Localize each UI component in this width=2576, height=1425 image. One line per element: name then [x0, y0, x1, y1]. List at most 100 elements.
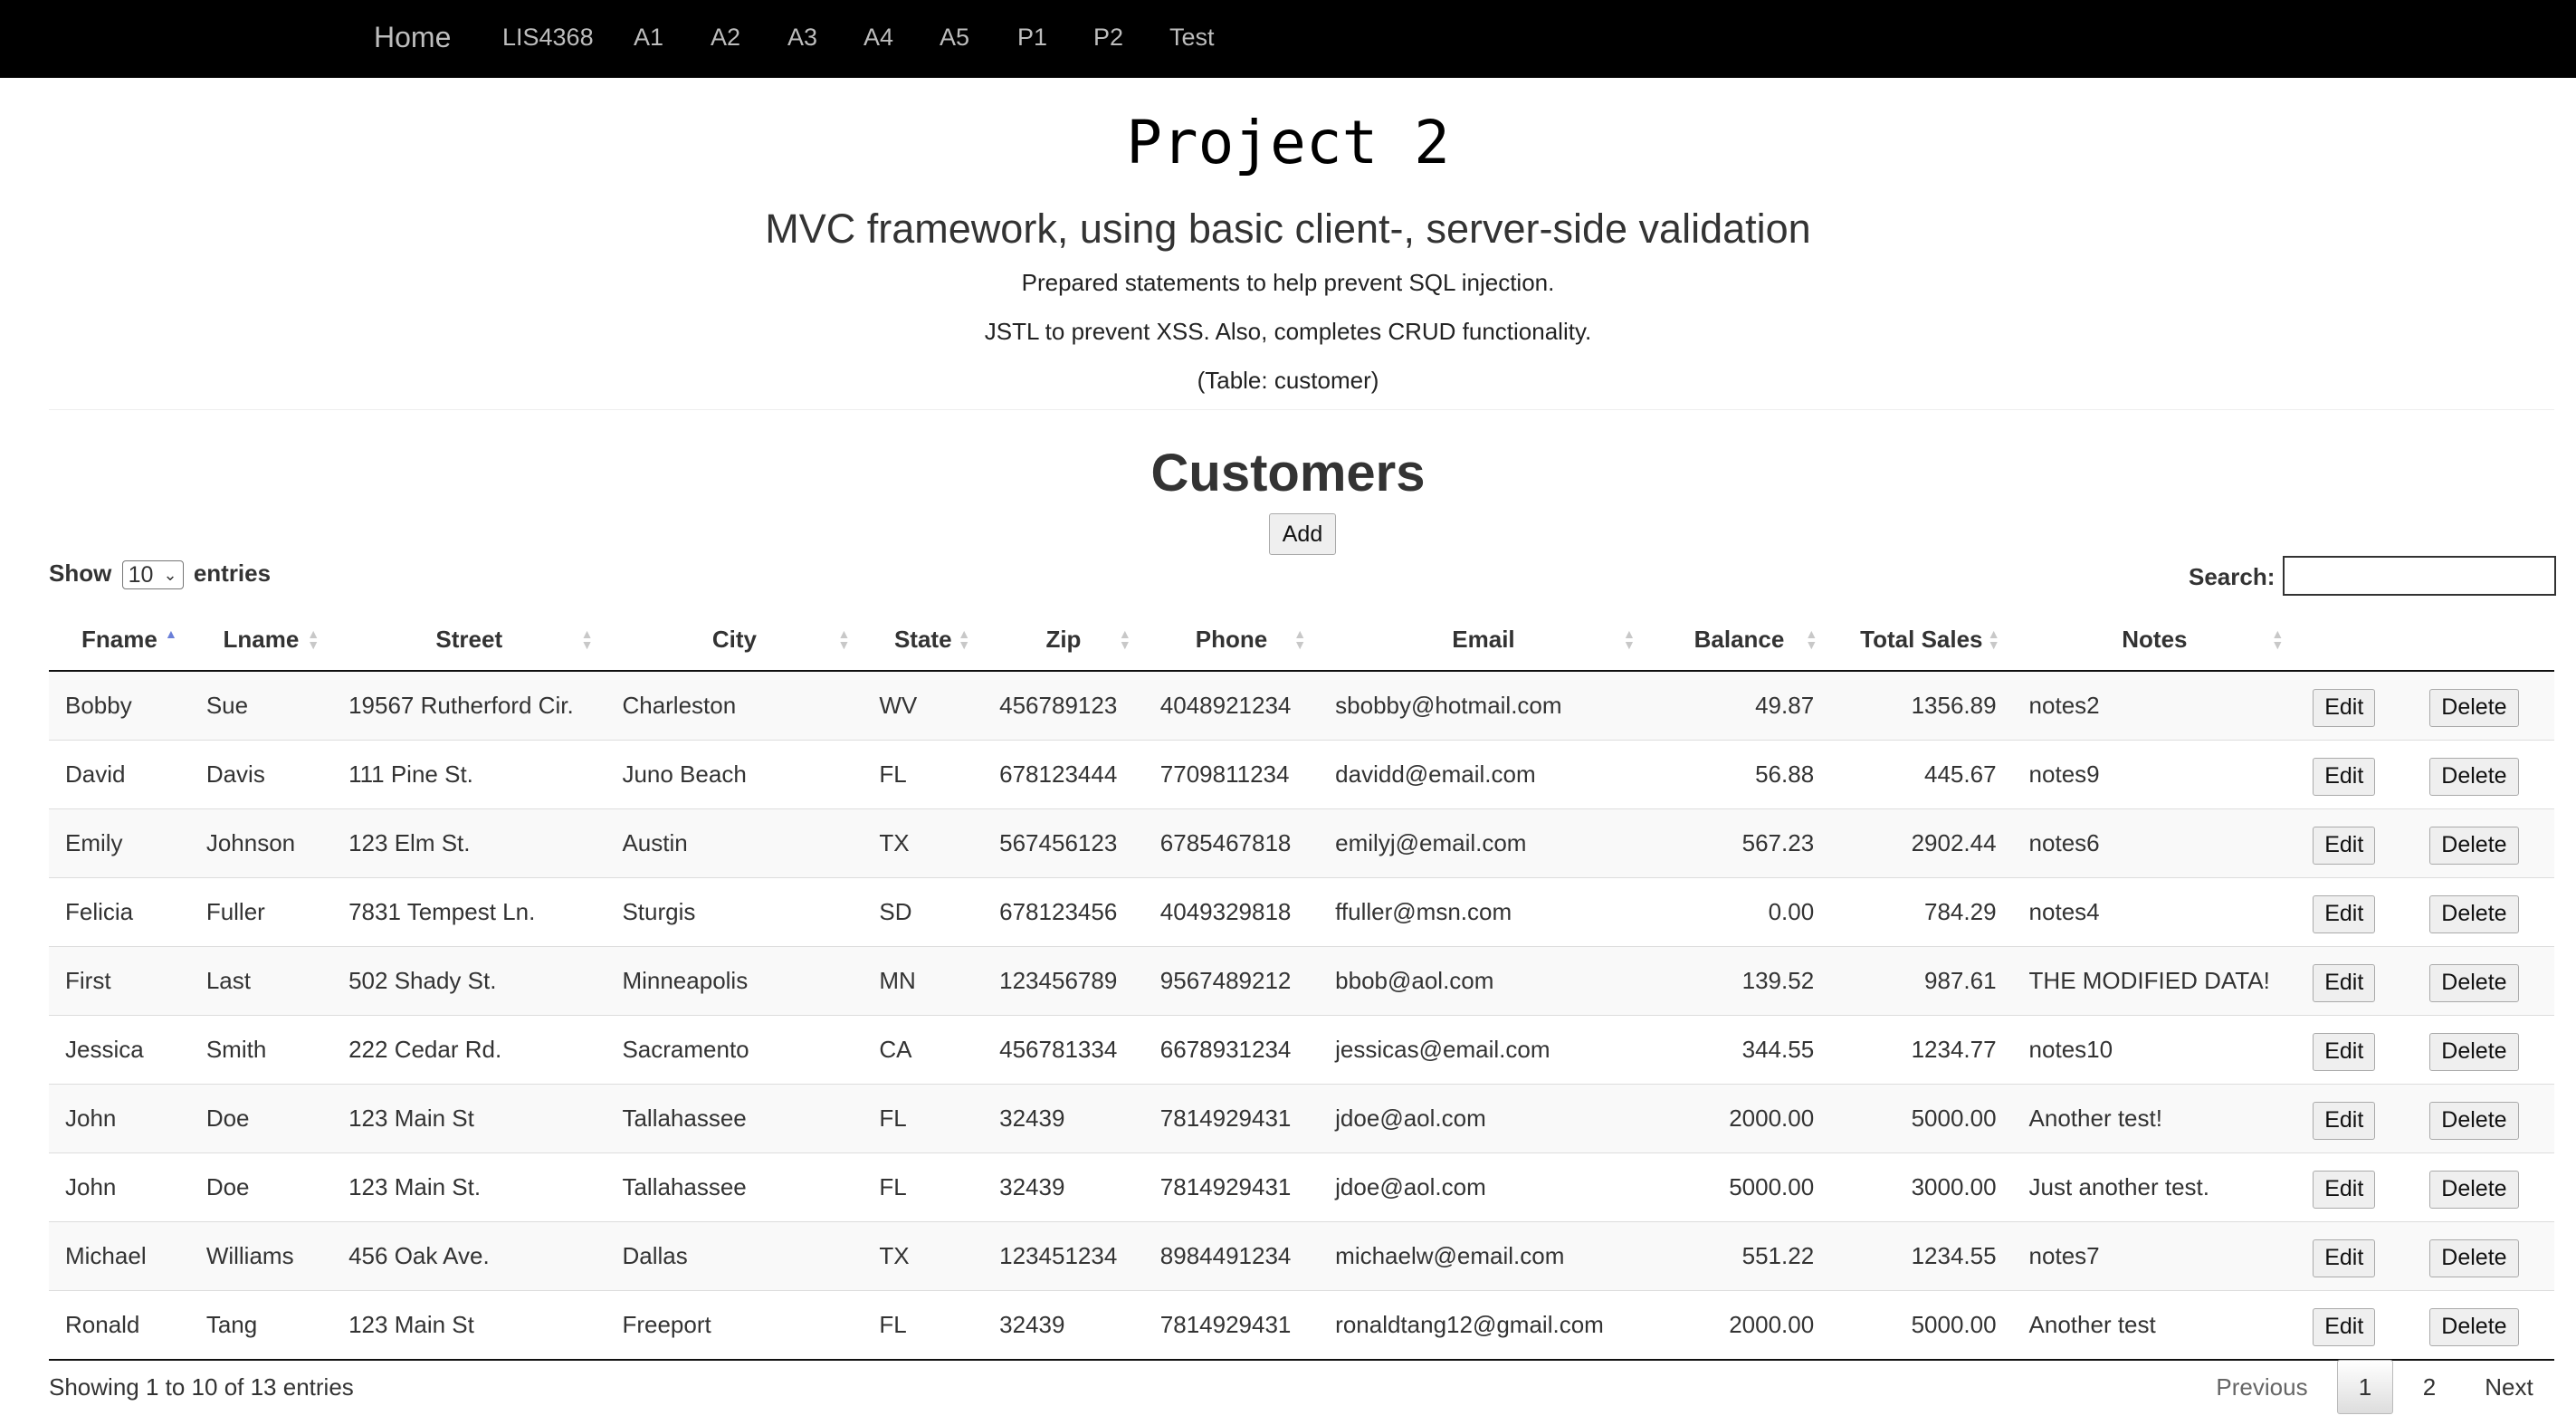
column-label: Phone — [1195, 625, 1268, 653]
edit-button[interactable]: Edit — [2313, 688, 2376, 727]
delete-button[interactable]: Delete — [2429, 1307, 2519, 1346]
cell-lname: Williams — [189, 1221, 333, 1291]
cell-fname: First — [49, 946, 190, 1016]
cell-zip: 123456789 — [983, 946, 1144, 1016]
nav-link-a5[interactable]: A5 — [940, 0, 969, 78]
table-row: Emily Johnson 123 Elm St. Austin TX 567456123… — [49, 808, 2554, 878]
delete-cell: Delete — [2413, 1152, 2554, 1222]
page-length-control: Show 10 ⌄ entries — [49, 558, 272, 590]
nav-link-test[interactable]: Test — [1169, 0, 1215, 78]
search-input[interactable] — [2283, 556, 2556, 596]
nav-link-a2[interactable]: A2 — [711, 0, 740, 78]
edit-button[interactable]: Edit — [2313, 1032, 2376, 1071]
column-label: Zip — [1045, 625, 1082, 653]
cell-street: 19567 Rutherford Cir. — [332, 670, 606, 741]
add-customer-button[interactable]: Add — [1269, 513, 1336, 555]
description-line-1: Prepared statements to help prevent SQL … — [1021, 269, 1555, 296]
column-header-balance[interactable]: Balance ▲ ▼ — [1647, 608, 1831, 672]
column-header-total-sales[interactable]: Total Sales ▲ ▼ — [1830, 608, 2013, 672]
cell-city: Tallahassee — [606, 1152, 863, 1222]
sort-icon: ▲ ▼ — [1293, 626, 1307, 652]
cell-notes: Another test! — [2012, 1084, 2297, 1153]
table-row: First Last 502 Shady St. Minneapolis MN 12345… — [49, 946, 2554, 1016]
edit-button[interactable]: Edit — [2313, 1239, 2376, 1277]
table-row: Ronald Tang 123 Main St Freeport FL 32439 7814… — [49, 1290, 2554, 1361]
column-header-zip[interactable]: Zip ▲ ▼ — [983, 608, 1144, 672]
delete-cell: Delete — [2413, 877, 2554, 947]
column-header-city[interactable]: City ▲ ▼ — [606, 608, 863, 672]
nav-link-p2[interactable]: P2 — [1093, 0, 1123, 78]
cell-balance: 567.23 — [1647, 808, 1831, 878]
cell-state: TX — [863, 808, 984, 878]
pagination-page-1[interactable]: 1 — [2337, 1360, 2393, 1414]
cell-email: davidd@email.com — [1319, 740, 1648, 809]
edit-button[interactable]: Edit — [2313, 1101, 2376, 1140]
pagination-previous[interactable]: Previous — [2205, 1360, 2319, 1414]
cell-lname: Fuller — [189, 877, 333, 947]
section-heading: Customers — [1150, 444, 1426, 502]
column-header-state[interactable]: State ▲ ▼ — [863, 608, 984, 672]
delete-button[interactable]: Delete — [2429, 1101, 2519, 1140]
column-header-phone[interactable]: Phone ▲ ▼ — [1143, 608, 1320, 672]
edit-button[interactable]: Edit — [2313, 894, 2376, 933]
nav-link-a4[interactable]: A4 — [863, 0, 893, 78]
cell-state: FL — [863, 1152, 984, 1222]
delete-cell: Delete — [2413, 1015, 2554, 1085]
edit-button[interactable]: Edit — [2313, 1170, 2376, 1209]
cell-total-sales: 3000.00 — [1830, 1152, 2013, 1222]
cell-city: Freeport — [606, 1290, 863, 1361]
divider — [49, 409, 2554, 410]
delete-button[interactable]: Delete — [2429, 826, 2519, 865]
delete-button[interactable]: Delete — [2429, 1239, 2519, 1277]
column-header-delete — [2413, 608, 2554, 672]
edit-button[interactable]: Edit — [2313, 1307, 2376, 1346]
cell-email: jdoe@aol.com — [1319, 1084, 1648, 1153]
delete-button[interactable]: Delete — [2429, 757, 2519, 796]
column-header-fname[interactable]: Fname ▲ — [49, 608, 190, 672]
cell-notes: notes10 — [2012, 1015, 2297, 1085]
cell-total-sales: 5000.00 — [1830, 1290, 2013, 1361]
pagination-page-2[interactable]: 2 — [2404, 1360, 2455, 1414]
column-header-edit — [2296, 608, 2414, 672]
sort-icon: ▲ ▼ — [958, 626, 971, 652]
nav-home-link[interactable]: Home — [374, 0, 451, 78]
chevron-down-icon: ⌄ — [163, 566, 177, 585]
cell-phone: 6785467818 — [1143, 808, 1320, 878]
cell-fname: Michael — [49, 1221, 190, 1291]
page-length-select[interactable]: 10 ⌄ — [121, 560, 184, 590]
pagination-next[interactable]: Next — [2469, 1360, 2549, 1414]
delete-button[interactable]: Delete — [2429, 1032, 2519, 1071]
column-header-notes[interactable]: Notes ▲ ▼ — [2012, 608, 2297, 672]
edit-button[interactable]: Edit — [2313, 963, 2376, 1002]
cell-balance: 2000.00 — [1647, 1290, 1831, 1361]
nav-link-p1[interactable]: P1 — [1017, 0, 1047, 78]
edit-cell: Edit — [2296, 1152, 2414, 1222]
column-header-lname[interactable]: Lname ▲ ▼ — [189, 608, 333, 672]
cell-balance: 551.22 — [1647, 1221, 1831, 1291]
cell-state: SD — [863, 877, 984, 947]
search-label: Search: — [2189, 563, 2275, 590]
edit-button[interactable]: Edit — [2313, 826, 2376, 865]
customers-table: Fname ▲ Lname ▲ ▼ Street ▲ ▼ City ▲ ▼ State ▲ ▼ Z… — [49, 608, 2554, 1361]
delete-button[interactable]: Delete — [2429, 963, 2519, 1002]
cell-total-sales: 784.29 — [1830, 877, 2013, 947]
cell-zip: 456789123 — [983, 670, 1144, 741]
entries-label: entries — [193, 559, 272, 587]
nav-link-a3[interactable]: A3 — [787, 0, 817, 78]
delete-cell: Delete — [2413, 808, 2554, 878]
cell-phone: 4048921234 — [1143, 670, 1320, 741]
delete-cell: Delete — [2413, 1290, 2554, 1361]
delete-button[interactable]: Delete — [2429, 894, 2519, 933]
column-header-email[interactable]: Email ▲ ▼ — [1319, 608, 1648, 672]
edit-button[interactable]: Edit — [2313, 757, 2376, 796]
nav-link-lis4368[interactable]: LIS4368 — [502, 0, 594, 78]
nav-link-a1[interactable]: A1 — [634, 0, 663, 78]
table-row: Bobby Sue 19567 Rutherford Cir. Charleston W… — [49, 670, 2554, 741]
delete-button[interactable]: Delete — [2429, 688, 2519, 727]
cell-lname: Davis — [189, 740, 333, 809]
cell-email: ffuller@msn.com — [1319, 877, 1648, 947]
column-header-street[interactable]: Street ▲ ▼ — [332, 608, 606, 672]
cell-phone: 7814929431 — [1143, 1290, 1320, 1361]
delete-button[interactable]: Delete — [2429, 1170, 2519, 1209]
cell-total-sales: 5000.00 — [1830, 1084, 2013, 1153]
